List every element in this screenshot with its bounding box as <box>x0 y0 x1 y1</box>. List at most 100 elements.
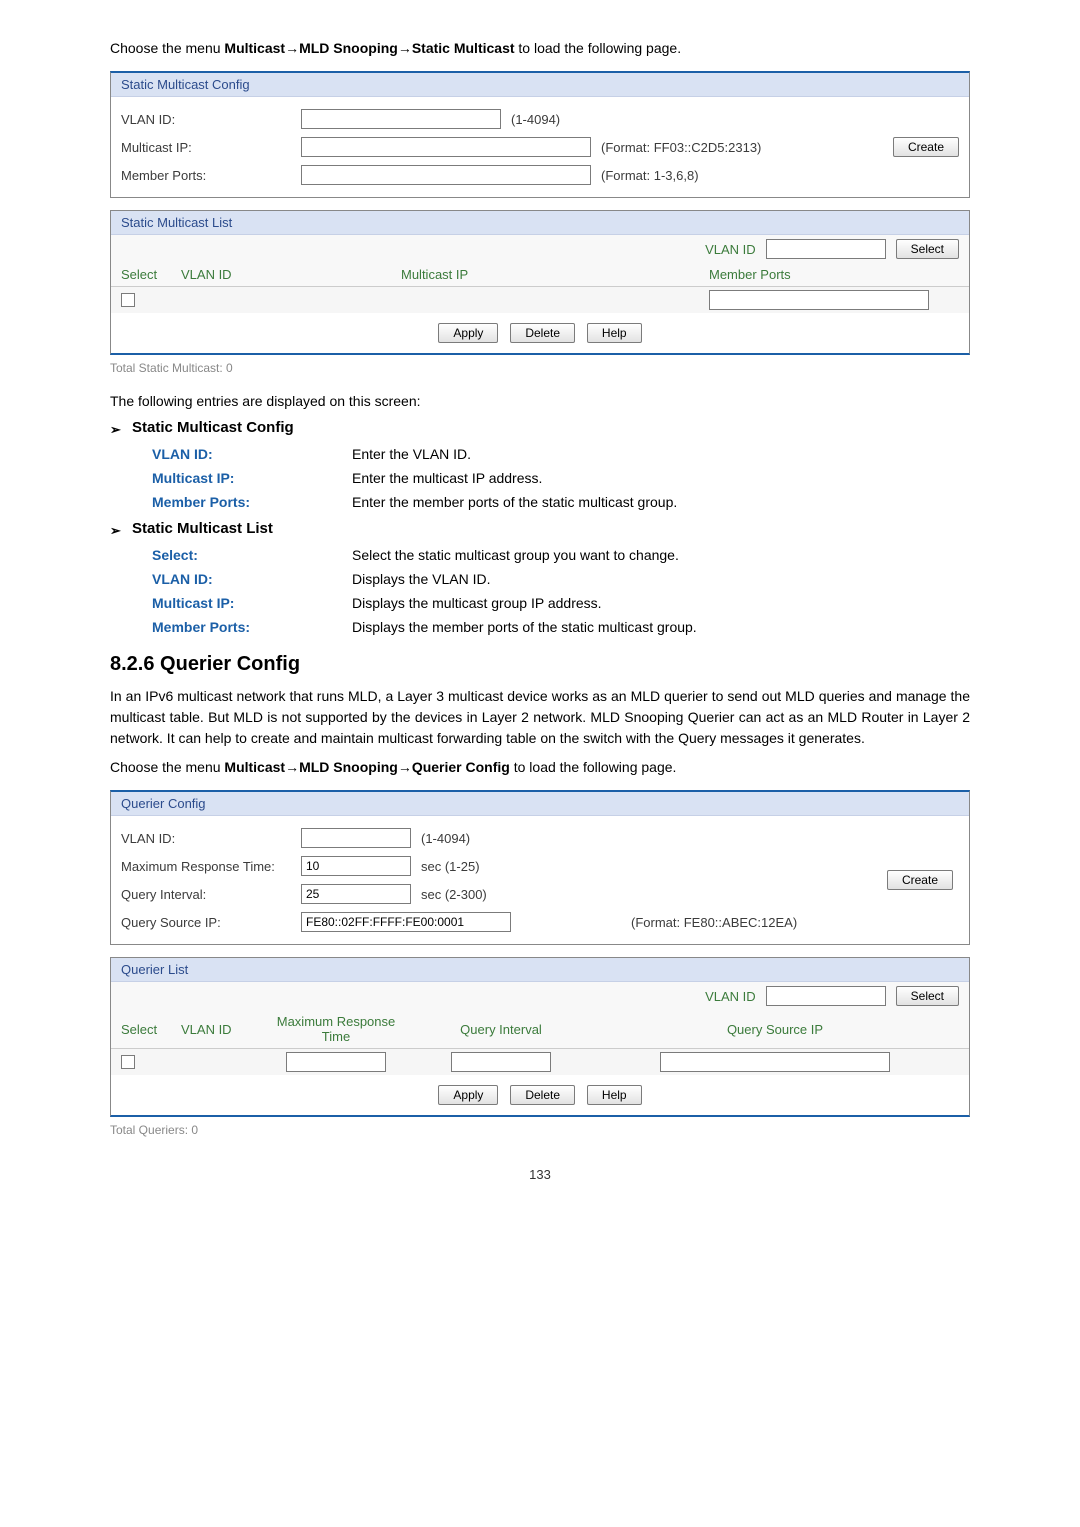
qc-mrt-row: Maximum Response Time: sec (1-25) <box>121 852 887 880</box>
qc-qi-label: Query Interval: <box>121 887 301 902</box>
qc-vlan-input[interactable] <box>301 828 411 848</box>
sml-header-row: Select VLAN ID Multicast IP Member Ports <box>111 263 969 287</box>
qc-qi-input[interactable] <box>301 884 411 904</box>
ql-row-checkbox[interactable] <box>121 1055 135 1069</box>
def-desc: Displays the member ports of the static … <box>352 619 970 635</box>
qc-vlan-row: VLAN ID: (1-4094) <box>121 824 887 852</box>
querier-paragraph: In an IPv6 multicast network that runs M… <box>110 686 970 749</box>
def-term: Select: <box>152 547 352 563</box>
def-desc: Enter the VLAN ID. <box>352 446 970 462</box>
querier-config-panel: Querier Config VLAN ID: (1-4094) Maximum… <box>110 790 970 945</box>
sml-button-row: Apply Delete Help <box>111 313 969 353</box>
def-row: Multicast IP: Displays the multicast gro… <box>152 595 970 611</box>
ql-header-row: Select VLAN ID Maximum Response Time Que… <box>111 1010 969 1049</box>
ql-delete-button[interactable]: Delete <box>510 1085 575 1105</box>
delete-button[interactable]: Delete <box>510 323 575 343</box>
row-ports-input[interactable] <box>709 290 929 310</box>
page-number: 133 <box>110 1167 970 1182</box>
breadcrumb-static: Choose the menu Multicast→MLD Snooping→S… <box>110 38 970 59</box>
ql-help-button[interactable]: Help <box>587 1085 642 1105</box>
def-term: Member Ports: <box>152 619 352 635</box>
breadcrumb-path: Multicast→MLD Snooping→Static Multicast <box>224 40 514 56</box>
def-desc: Enter the multicast IP address. <box>352 470 970 486</box>
qc-mrt-input[interactable] <box>301 856 411 876</box>
panel-header-ql: Querier List <box>111 958 969 982</box>
member-ports-label: Member Ports: <box>121 168 301 183</box>
multicast-ip-input[interactable] <box>301 137 591 157</box>
ql-filter-input[interactable] <box>766 986 886 1006</box>
def-term: Multicast IP: <box>152 595 352 611</box>
def-row: VLAN ID: Enter the VLAN ID. <box>152 446 970 462</box>
smc-mip-row: Multicast IP: (Format: FF03::C2D5:2313) … <box>121 133 959 161</box>
arrow-icon: ➢ <box>110 523 132 539</box>
panel-header-qc: Querier Config <box>111 792 969 816</box>
ql-col-qsip: Query Source IP <box>591 1022 959 1037</box>
qc-qi-row: Query Interval: sec (2-300) <box>121 880 887 908</box>
qc-qsip-row: Query Source IP: (Format: FE80::ABEC:12E… <box>121 908 887 936</box>
static-multicast-config-panel: Static Multicast Config VLAN ID: (1-4094… <box>110 71 970 198</box>
qc-qsip-format: (Format: FE80::ABEC:12EA) <box>631 915 797 930</box>
def-desc: Displays the VLAN ID. <box>352 571 970 587</box>
breadcrumb-suffix: to load the following page. <box>510 759 677 775</box>
create-button[interactable]: Create <box>893 137 959 157</box>
querier-list-panel: Querier List VLAN ID Select Select VLAN … <box>110 957 970 1117</box>
total-queriers: Total Queriers: 0 <box>110 1123 970 1137</box>
sml-empty-row <box>111 287 969 313</box>
col-mip: Multicast IP <box>271 267 709 282</box>
qc-vlan-label: VLAN ID: <box>121 831 301 846</box>
def-term: VLAN ID: <box>152 446 352 462</box>
filter-vlan-input[interactable] <box>766 239 886 259</box>
vlan-id-range: (1-4094) <box>511 112 560 127</box>
breadcrumb-path: Multicast→MLD Snooping→Querier Config <box>224 759 509 775</box>
def-desc: Select the static multicast group you wa… <box>352 547 970 563</box>
breadcrumb-prefix: Choose the menu <box>110 759 224 775</box>
vlan-id-input[interactable] <box>301 109 501 129</box>
help-button[interactable]: Help <box>587 323 642 343</box>
def-row: Select: Select the static multicast grou… <box>152 547 970 563</box>
qc-body: VLAN ID: (1-4094) Maximum Response Time:… <box>111 816 969 944</box>
total-static-multicast: Total Static Multicast: 0 <box>110 361 970 375</box>
qc-vlan-range: (1-4094) <box>421 831 470 846</box>
select-button[interactable]: Select <box>896 239 959 259</box>
def-row: Multicast IP: Enter the multicast IP add… <box>152 470 970 486</box>
qc-create-button[interactable]: Create <box>887 870 953 890</box>
breadcrumb-querier: Choose the menu Multicast→MLD Snooping→Q… <box>110 757 970 778</box>
member-ports-format: (Format: 1-3,6,8) <box>601 168 699 183</box>
ql-row-qi-input[interactable] <box>451 1052 551 1072</box>
smc-vlan-row: VLAN ID: (1-4094) <box>121 105 959 133</box>
def-term: Multicast IP: <box>152 470 352 486</box>
qc-mrt-label: Maximum Response Time: <box>121 859 301 874</box>
ql-button-row: Apply Delete Help <box>111 1075 969 1115</box>
ql-filter-label: VLAN ID <box>705 989 756 1004</box>
qc-qsip-input[interactable] <box>301 912 511 932</box>
arrow-icon: ➢ <box>110 422 132 438</box>
ql-row-qsip-input[interactable] <box>660 1052 890 1072</box>
def-desc: Enter the member ports of the static mul… <box>352 494 970 510</box>
vlan-id-label: VLAN ID: <box>121 112 301 127</box>
def-row: VLAN ID: Displays the VLAN ID. <box>152 571 970 587</box>
ql-filter-row: VLAN ID Select <box>111 982 969 1010</box>
ql-col-vlan: VLAN ID <box>181 1022 261 1037</box>
section-smc-title: Static Multicast Config <box>132 419 294 436</box>
panel-header-sml: Static Multicast List <box>111 211 969 235</box>
apply-button[interactable]: Apply <box>438 323 498 343</box>
qc-qsip-label: Query Source IP: <box>121 915 301 930</box>
col-vlan: VLAN ID <box>181 267 271 282</box>
smc-ports-row: Member Ports: (Format: 1-3,6,8) <box>121 161 959 189</box>
def-row: Member Ports: Enter the member ports of … <box>152 494 970 510</box>
member-ports-input[interactable] <box>301 165 591 185</box>
smc-body: VLAN ID: (1-4094) Multicast IP: (Format:… <box>111 97 969 197</box>
sml-filter-row: VLAN ID Select <box>111 235 969 263</box>
qc-mrt-range: sec (1-25) <box>421 859 480 874</box>
static-multicast-list-panel: Static Multicast List VLAN ID Select Sel… <box>110 210 970 355</box>
ql-apply-button[interactable]: Apply <box>438 1085 498 1105</box>
col-select: Select <box>121 267 181 282</box>
row-checkbox[interactable] <box>121 293 135 307</box>
ql-row-mrt-input[interactable] <box>286 1052 386 1072</box>
multicast-ip-label: Multicast IP: <box>121 140 301 155</box>
ql-select-button[interactable]: Select <box>896 986 959 1006</box>
def-row: Member Ports: Displays the member ports … <box>152 619 970 635</box>
panel-header-smc: Static Multicast Config <box>111 73 969 97</box>
col-ports: Member Ports <box>709 267 959 282</box>
def-term: VLAN ID: <box>152 571 352 587</box>
